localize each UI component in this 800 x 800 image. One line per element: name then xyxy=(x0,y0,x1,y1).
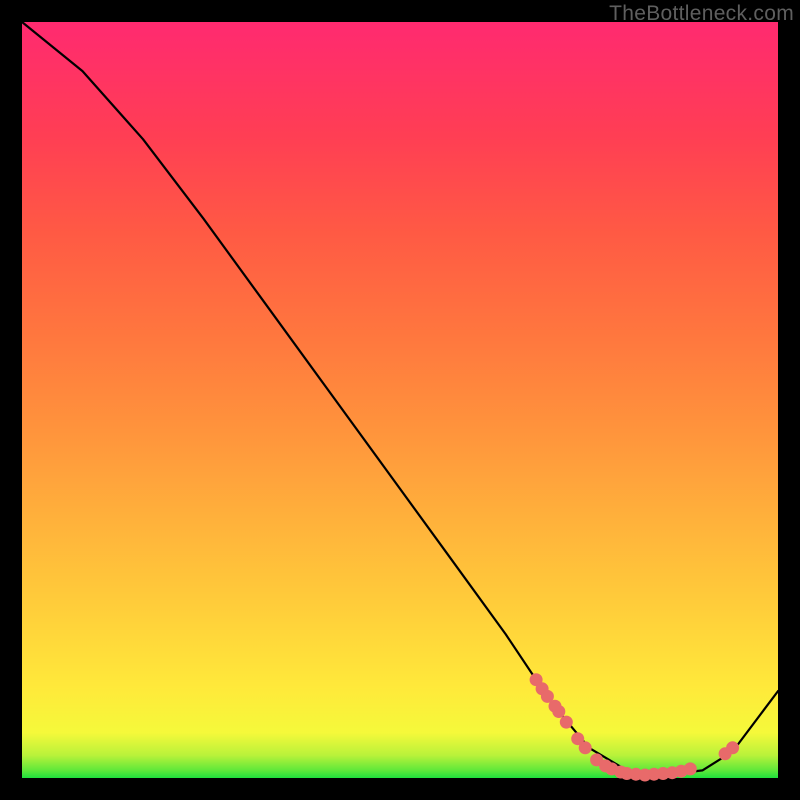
highlight-dots-group xyxy=(530,673,740,781)
gradient-plot-area xyxy=(22,22,778,778)
highlight-dot xyxy=(552,705,565,718)
highlight-dot xyxy=(579,741,592,754)
highlight-dot xyxy=(560,716,573,729)
bottleneck-curve xyxy=(22,22,778,775)
chart-frame: TheBottleneck.com xyxy=(0,0,800,800)
highlight-dot xyxy=(726,741,739,754)
highlight-dot xyxy=(684,762,697,775)
chart-svg xyxy=(22,22,778,778)
